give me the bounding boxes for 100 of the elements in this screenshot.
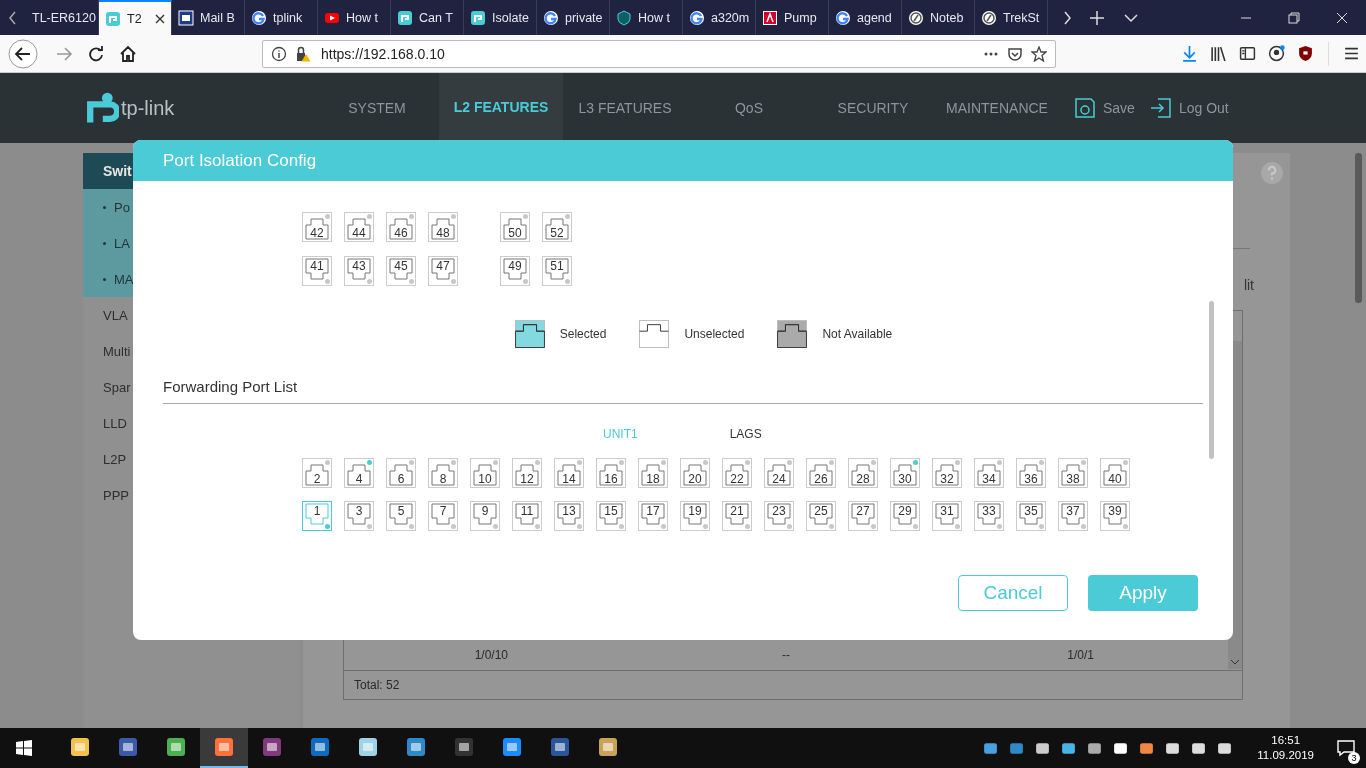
- lock-warning-icon[interactable]: [295, 45, 311, 62]
- port-button[interactable]: 7: [428, 501, 458, 531]
- app-icon: [357, 736, 379, 758]
- nav-tab[interactable]: L3 FEATURES: [563, 73, 687, 143]
- port-button[interactable]: 20: [680, 458, 710, 488]
- globe-icon: [908, 9, 924, 26]
- port-button[interactable]: 1: [302, 501, 332, 531]
- port-button[interactable]: 12: [512, 458, 542, 488]
- google-icon: [543, 9, 559, 26]
- port-button[interactable]: 11: [512, 501, 542, 531]
- tplink-icon: [105, 10, 121, 27]
- port-button[interactable]: 26: [806, 458, 836, 488]
- port-button[interactable]: 47: [428, 256, 458, 286]
- forward-icon[interactable]: [55, 44, 73, 63]
- port-button[interactable]: 19: [680, 501, 710, 531]
- back-icon[interactable]: [8, 38, 38, 69]
- port-button[interactable]: 14: [554, 458, 584, 488]
- scroll-right-icon[interactable]: [1062, 10, 1072, 25]
- nav-tab[interactable]: QoS: [687, 73, 811, 143]
- shield-icon[interactable]: [1297, 45, 1314, 62]
- address-bar[interactable]: https://192.168.0.10: [262, 39, 1056, 68]
- edit-link[interactable]: lit: [1243, 277, 1254, 293]
- port-button[interactable]: 8: [428, 458, 458, 488]
- port-button[interactable]: 37: [1058, 501, 1088, 531]
- port-button[interactable]: 27: [848, 501, 878, 531]
- windows-start-icon[interactable]: [16, 740, 32, 756]
- port-button[interactable]: 42: [302, 212, 332, 242]
- port-button[interactable]: 17: [638, 501, 668, 531]
- port-button[interactable]: 15: [596, 501, 626, 531]
- scroll-left-icon[interactable]: [8, 10, 18, 25]
- sidebar-icon[interactable]: [1239, 45, 1256, 62]
- taskbar-app[interactable]: [200, 728, 248, 768]
- app-icon: [165, 736, 187, 758]
- port-button[interactable]: 21: [722, 501, 752, 531]
- scrollbar[interactable]: [1209, 301, 1214, 459]
- port-button[interactable]: 52: [542, 212, 572, 242]
- port-button[interactable]: 49: [500, 256, 530, 286]
- sidebar-item[interactable]: LA: [83, 225, 300, 261]
- port-button[interactable]: 38: [1058, 458, 1088, 488]
- port-button[interactable]: 46: [386, 212, 416, 242]
- port-button[interactable]: 9: [470, 501, 500, 531]
- unavailable-port-icon: [776, 320, 809, 348]
- close-icon[interactable]: [155, 13, 165, 24]
- scrollbar[interactable]: [1355, 153, 1362, 303]
- port-button[interactable]: 13: [554, 501, 584, 531]
- total-count: Total: 52: [354, 678, 400, 692]
- port-icon: [638, 320, 671, 348]
- star-icon[interactable]: [1031, 45, 1047, 62]
- port-button[interactable]: 51: [542, 256, 572, 286]
- restore-icon[interactable]: [1288, 11, 1300, 24]
- google-icon: [251, 9, 267, 26]
- nav-tab[interactable]: SECURITY: [811, 73, 935, 143]
- port-button[interactable]: 36: [1016, 458, 1046, 488]
- download-icon[interactable]: [1181, 45, 1198, 62]
- new-tab-icon[interactable]: [1090, 10, 1104, 25]
- port-button[interactable]: 10: [470, 458, 500, 488]
- library-icon[interactable]: [1210, 45, 1227, 62]
- port-button[interactable]: 16: [596, 458, 626, 488]
- port-button[interactable]: 41: [302, 256, 332, 286]
- port-button[interactable]: 22: [722, 458, 752, 488]
- port-button[interactable]: 32: [932, 458, 962, 488]
- unit-tab[interactable]: LAGS: [729, 427, 762, 441]
- port-button[interactable]: 24: [764, 458, 794, 488]
- nav-tab[interactable]: SYSTEM: [315, 73, 439, 143]
- port-button[interactable]: 34: [974, 458, 1004, 488]
- port-button[interactable]: 28: [848, 458, 878, 488]
- port-button[interactable]: 30: [890, 458, 920, 488]
- nav-tab[interactable]: L2 FEATURES: [439, 73, 563, 143]
- save-button[interactable]: Save: [1073, 73, 1135, 143]
- port-button[interactable]: 4: [344, 458, 374, 488]
- port-button[interactable]: 31: [932, 501, 962, 531]
- reload-icon[interactable]: [87, 44, 105, 63]
- port-button[interactable]: 35: [1016, 501, 1046, 531]
- port-button[interactable]: 2: [302, 458, 332, 488]
- logout-button[interactable]: Log Out: [1148, 73, 1229, 143]
- info-icon[interactable]: [271, 45, 287, 62]
- pocket-icon[interactable]: [1007, 45, 1023, 62]
- menu-icon[interactable]: [1343, 45, 1360, 62]
- port-button[interactable]: 33: [974, 501, 1004, 531]
- nav-tab[interactable]: MAINTENANCE: [935, 73, 1059, 143]
- port-button[interactable]: 25: [806, 501, 836, 531]
- port-button[interactable]: 48: [428, 212, 458, 242]
- port-button[interactable]: 6: [386, 458, 416, 488]
- port-button[interactable]: 40: [1100, 458, 1130, 488]
- google-icon: [835, 9, 851, 26]
- port-button[interactable]: 3: [344, 501, 374, 531]
- browser-tab[interactable]: T2: [99, 0, 172, 35]
- sidebar-item[interactable]: Po: [83, 189, 300, 225]
- home-icon[interactable]: [119, 44, 137, 63]
- port-button[interactable]: 5: [386, 501, 416, 531]
- port-button[interactable]: 43: [344, 256, 374, 286]
- sidebar-item[interactable]: MA: [83, 261, 300, 297]
- port-button[interactable]: 29: [890, 501, 920, 531]
- port-button[interactable]: 39: [1100, 501, 1130, 531]
- port-button[interactable]: 23: [764, 501, 794, 531]
- port-button[interactable]: 45: [386, 256, 416, 286]
- port-button[interactable]: 44: [344, 212, 374, 242]
- port-button[interactable]: 50: [500, 212, 530, 242]
- port-button[interactable]: 18: [638, 458, 668, 488]
- account-icon[interactable]: [1268, 45, 1285, 62]
